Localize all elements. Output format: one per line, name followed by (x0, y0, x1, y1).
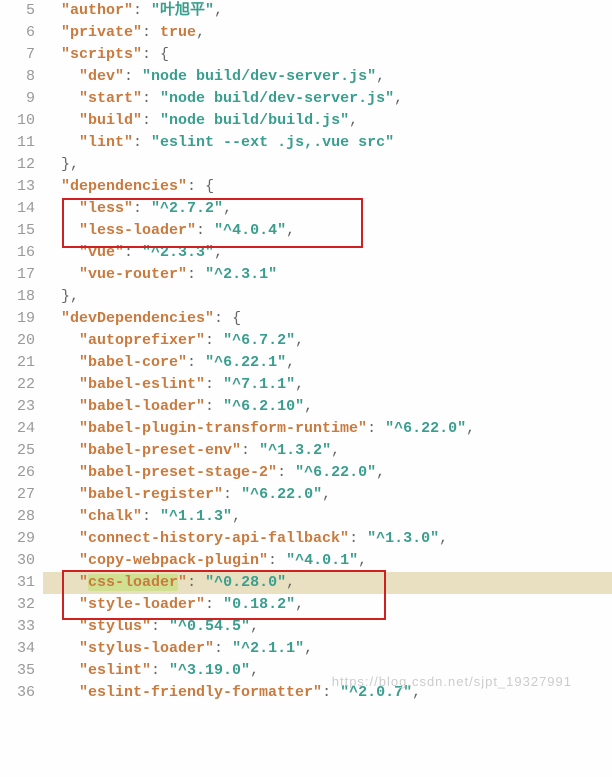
line-number: 36 (0, 682, 35, 704)
line-number: 35 (0, 660, 35, 682)
line-number: 9 (0, 88, 35, 110)
line-number: 23 (0, 396, 35, 418)
code-line[interactable]: "dependencies": { (43, 176, 612, 198)
line-number: 32 (0, 594, 35, 616)
code-line[interactable]: "babel-register": "^6.22.0", (43, 484, 612, 506)
code-area[interactable]: https://blog.csdn.net/sjpt_19327991 "aut… (43, 0, 612, 704)
code-line[interactable]: "vue": "^2.3.3", (43, 242, 612, 264)
code-line[interactable]: "css-loader": "^0.28.0", (43, 572, 612, 594)
line-number: 28 (0, 506, 35, 528)
code-line[interactable]: "vue-router": "^2.3.1" (43, 264, 612, 286)
code-line[interactable]: "autoprefixer": "^6.7.2", (43, 330, 612, 352)
line-number: 21 (0, 352, 35, 374)
line-number: 25 (0, 440, 35, 462)
line-number: 5 (0, 0, 35, 22)
line-number: 10 (0, 110, 35, 132)
code-line[interactable]: "build": "node build/build.js", (43, 110, 612, 132)
line-number: 13▢ (0, 176, 35, 198)
code-line[interactable]: }, (43, 154, 612, 176)
line-number: 29 (0, 528, 35, 550)
code-line[interactable]: "devDependencies": { (43, 308, 612, 330)
line-number: 27 (0, 484, 35, 506)
code-line[interactable]: "style-loader": "0.18.2", (43, 594, 612, 616)
watermark-text: https://blog.csdn.net/sjpt_19327991 (332, 674, 572, 689)
code-line[interactable]: "scripts": { (43, 44, 612, 66)
line-number: 16 (0, 242, 35, 264)
code-line[interactable]: "stylus-loader": "^2.1.1", (43, 638, 612, 660)
code-line[interactable]: "copy-webpack-plugin": "^4.0.1", (43, 550, 612, 572)
line-number: 26 (0, 462, 35, 484)
line-number: 33 (0, 616, 35, 638)
code-line[interactable]: "private": true, (43, 22, 612, 44)
line-number: 20 (0, 330, 35, 352)
code-line[interactable]: "less": "^2.7.2", (43, 198, 612, 220)
code-line[interactable]: "dev": "node build/dev-server.js", (43, 66, 612, 88)
code-line[interactable]: "stylus": "^0.54.5", (43, 616, 612, 638)
code-line[interactable]: "connect-history-api-fallback": "^1.3.0"… (43, 528, 612, 550)
line-number: 34 (0, 638, 35, 660)
code-line[interactable]: "author": "叶旭平", (43, 0, 612, 22)
line-number: 12 (0, 154, 35, 176)
line-number-gutter: 567▢8910111213▢141516171819▢202122232425… (0, 0, 43, 704)
line-number: 30 (0, 550, 35, 572)
line-number: 6 (0, 22, 35, 44)
line-number: 19▢ (0, 308, 35, 330)
line-number: 18 (0, 286, 35, 308)
line-number: 11 (0, 132, 35, 154)
line-number: 22 (0, 374, 35, 396)
line-number: 8 (0, 66, 35, 88)
code-line[interactable]: "babel-eslint": "^7.1.1", (43, 374, 612, 396)
line-number: 7▢ (0, 44, 35, 66)
code-line[interactable]: }, (43, 286, 612, 308)
code-line[interactable]: "chalk": "^1.1.3", (43, 506, 612, 528)
code-line[interactable]: "babel-loader": "^6.2.10", (43, 396, 612, 418)
code-line[interactable]: "start": "node build/dev-server.js", (43, 88, 612, 110)
line-number: 17 (0, 264, 35, 286)
code-line[interactable]: "babel-plugin-transform-runtime": "^6.22… (43, 418, 612, 440)
line-number: 14 (0, 198, 35, 220)
line-number: 24 (0, 418, 35, 440)
line-number: 15 (0, 220, 35, 242)
code-line[interactable]: "babel-core": "^6.22.1", (43, 352, 612, 374)
code-line[interactable]: "babel-preset-stage-2": "^6.22.0", (43, 462, 612, 484)
code-line[interactable]: "less-loader": "^4.0.4", (43, 220, 612, 242)
code-line[interactable]: "babel-preset-env": "^1.3.2", (43, 440, 612, 462)
code-editor[interactable]: 567▢8910111213▢141516171819▢202122232425… (0, 0, 612, 704)
code-line[interactable]: "lint": "eslint --ext .js,.vue src" (43, 132, 612, 154)
line-number: 31 (0, 572, 35, 594)
